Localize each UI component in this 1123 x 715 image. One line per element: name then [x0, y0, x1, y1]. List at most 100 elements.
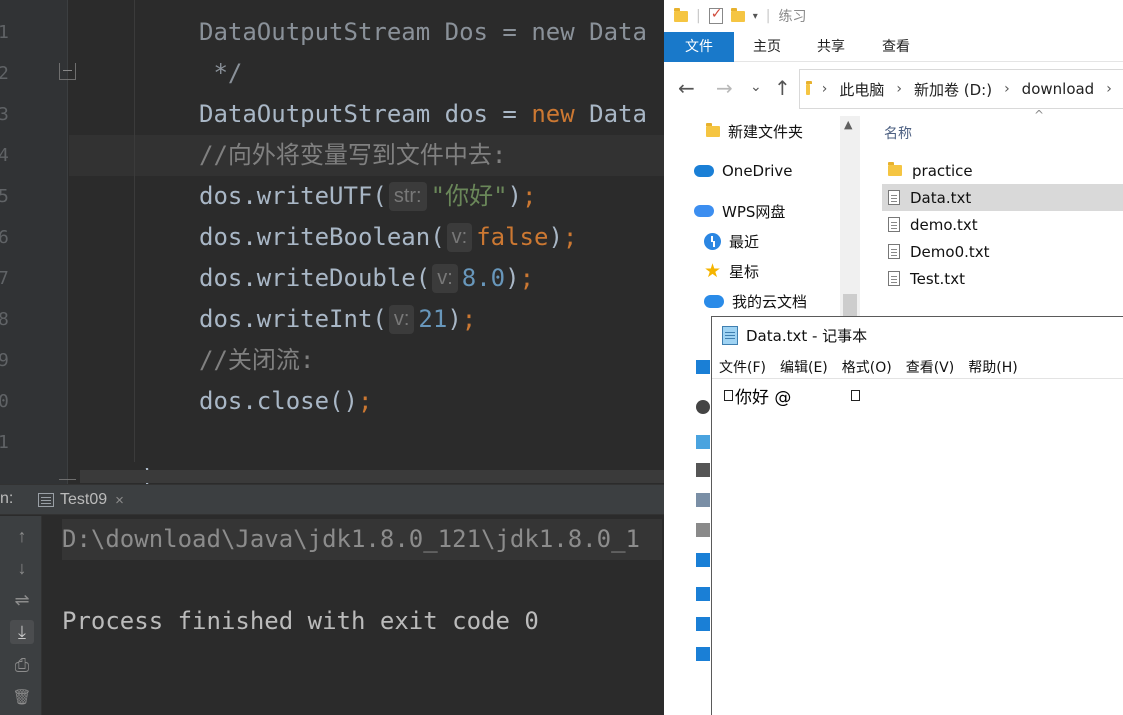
nav-item-wps-drive[interactable]: WPS网盘	[694, 199, 785, 223]
print-icon[interactable]: ⎙	[10, 653, 34, 677]
notepad-title-bar[interactable]: Data.txt - 记事本	[712, 317, 1123, 353]
notepad-title: Data.txt - 记事本	[746, 326, 868, 345]
windows-drive-icon[interactable]	[696, 647, 710, 661]
pictures-icon[interactable]	[696, 493, 710, 507]
menu-help[interactable]: 帮助(H)	[968, 357, 1017, 377]
breadcrumb-drive-d[interactable]: 新加卷 (D:)	[914, 79, 992, 100]
code-line[interactable]: dos.writeUTF(str: "你好");	[199, 176, 536, 217]
tab-view[interactable]: 查看	[871, 32, 921, 62]
notepad-menu-bar: 文件(F) 编辑(E) 格式(O) 查看(V) 帮助(H)	[712, 355, 1123, 379]
address-bar[interactable]: › 此电脑 › 新加卷 (D:) › download › i	[799, 69, 1123, 109]
code-line[interactable]: dos.writeDouble(v: 8.0);	[199, 258, 534, 299]
menu-edit[interactable]: 编辑(E)	[780, 357, 828, 377]
cloud-icon	[704, 294, 724, 308]
code-token: )	[507, 182, 522, 210]
menu-file[interactable]: 文件(F)	[719, 357, 766, 377]
column-header-name[interactable]: 名称	[884, 123, 912, 143]
3d-objects-icon[interactable]	[696, 435, 710, 449]
nav-item-new-folder[interactable]: 新建文件夹	[706, 119, 803, 143]
up-arrow-icon[interactable]: ↑	[10, 524, 34, 548]
desktop-icon[interactable]	[696, 617, 710, 631]
nav-item-label: 星标	[729, 262, 760, 281]
code-line[interactable]: dos.close();	[199, 381, 372, 422]
ide-window: 1 2 3 4 5 6 7 8 9 0 1 DataOutputStream D…	[0, 0, 664, 715]
video-icon[interactable]	[696, 463, 710, 477]
onedrive-icon	[694, 165, 714, 177]
sort-ascending-icon: ^	[1034, 108, 1045, 122]
chevron-right-icon[interactable]: ›	[1004, 81, 1010, 97]
code-token: dos.writeDouble(	[199, 264, 431, 292]
nav-item-label: 我的云文档	[732, 292, 808, 311]
new-folder-icon[interactable]	[730, 7, 745, 22]
code-line[interactable]: DataOutputStream dos = new Data	[199, 94, 647, 135]
scrollbar-thumb[interactable]	[843, 294, 857, 316]
code-token: DataOutputStream Dos = new Data	[199, 18, 647, 46]
chevron-right-icon[interactable]: ›	[822, 81, 828, 97]
music-icon[interactable]	[696, 587, 710, 601]
code-token: )	[447, 305, 462, 333]
back-arrow-icon[interactable]: ←	[678, 76, 695, 100]
navigation-pane: 新建文件夹 OneDrive WPS网盘 最近 ★ 星标 我的云文档	[664, 116, 860, 316]
nav-item-recent[interactable]: 最近	[704, 229, 759, 253]
code-line[interactable]: */	[199, 53, 242, 94]
menu-view[interactable]: 查看(V)	[906, 357, 955, 377]
code-string: "你好"	[430, 182, 508, 210]
run-toolbar: ↑ ↓ ⇌ ⤓ ⎙ 🗑	[0, 516, 42, 715]
run-tab-test09[interactable]: Test09 ×	[28, 485, 134, 515]
close-icon[interactable]: ×	[115, 492, 124, 509]
app-icon[interactable]	[696, 360, 710, 374]
sun-icon[interactable]	[696, 400, 710, 414]
soft-wrap-icon[interactable]: ⇌	[10, 588, 34, 612]
code-keyword: new	[531, 100, 575, 128]
console-output[interactable]: D:\download\Java\jdk1.8.0_121\jdk1.8.0_1…	[42, 516, 664, 715]
parameter-hint: v:	[446, 223, 473, 252]
file-row-test-txt[interactable]: Test.txt	[882, 265, 1123, 292]
forward-arrow-icon[interactable]: →	[716, 76, 733, 100]
tab-home[interactable]: 主页	[742, 32, 792, 62]
horizontal-scrollbar[interactable]	[80, 470, 664, 483]
chevron-right-icon[interactable]: ›	[1106, 81, 1112, 97]
parameter-hint: str:	[388, 182, 427, 211]
downloads-icon[interactable]	[696, 553, 710, 567]
nav-item-my-cloud-docs[interactable]: 我的云文档	[704, 289, 807, 313]
code-keyword: ;	[461, 305, 477, 333]
up-arrow-icon[interactable]: ↑	[774, 76, 791, 100]
fold-end-icon[interactable]	[59, 466, 76, 480]
breadcrumb-download[interactable]: download	[1022, 80, 1095, 98]
scroll-up-arrow-icon[interactable]: ▲	[844, 118, 852, 131]
code-line[interactable]: DataOutputStream Dos = new Data	[199, 12, 647, 53]
code-token: dos.writeBoolean(	[199, 223, 445, 251]
notepad-text-area[interactable]: 你好 @	[722, 383, 862, 408]
code-line[interactable]: //关闭流:	[199, 340, 314, 381]
code-line[interactable]: dos.writeInt(v: 21);	[199, 299, 476, 340]
star-icon: ★	[704, 259, 722, 282]
fold-collapse-icon[interactable]	[59, 63, 76, 80]
code-line[interactable]: //向外将变量写到文件中去:	[199, 135, 506, 176]
folder-icon	[806, 80, 812, 95]
run-label: n:	[0, 490, 14, 507]
tab-share[interactable]: 共享	[806, 32, 856, 62]
menu-format[interactable]: 格式(O)	[842, 357, 892, 377]
tab-file[interactable]: 文件	[664, 32, 734, 62]
line-number: 0	[0, 391, 9, 412]
documents-icon[interactable]	[696, 523, 710, 537]
trash-icon[interactable]: 🗑	[10, 686, 34, 710]
code-token: */	[199, 59, 243, 87]
line-number: 7	[0, 268, 9, 289]
nav-item-starred[interactable]: ★ 星标	[704, 259, 759, 283]
scroll-to-end-icon[interactable]: ⤓	[10, 620, 34, 644]
down-arrow-icon[interactable]: ↓	[10, 556, 34, 580]
file-row-data-txt[interactable]: Data.txt	[882, 184, 1123, 211]
nav-item-onedrive[interactable]: OneDrive	[694, 159, 793, 183]
code-line[interactable]: dos.writeBoolean(v: false);	[199, 217, 577, 258]
chevron-right-icon[interactable]: ›	[896, 81, 902, 97]
properties-icon[interactable]	[708, 6, 723, 24]
recent-locations-icon[interactable]: ⌄	[750, 79, 762, 95]
file-row-practice[interactable]: practice	[882, 157, 1123, 184]
breadcrumb-this-pc[interactable]: 此电脑	[839, 79, 884, 100]
nav-pane-scrollbar[interactable]: ▲	[840, 116, 860, 316]
chevron-down-icon[interactable]: ▾	[753, 11, 758, 22]
file-row-demo-txt[interactable]: demo.txt	[882, 211, 1123, 238]
file-name: demo.txt	[910, 215, 978, 234]
file-row-demo0-txt[interactable]: Demo0.txt	[882, 238, 1123, 265]
